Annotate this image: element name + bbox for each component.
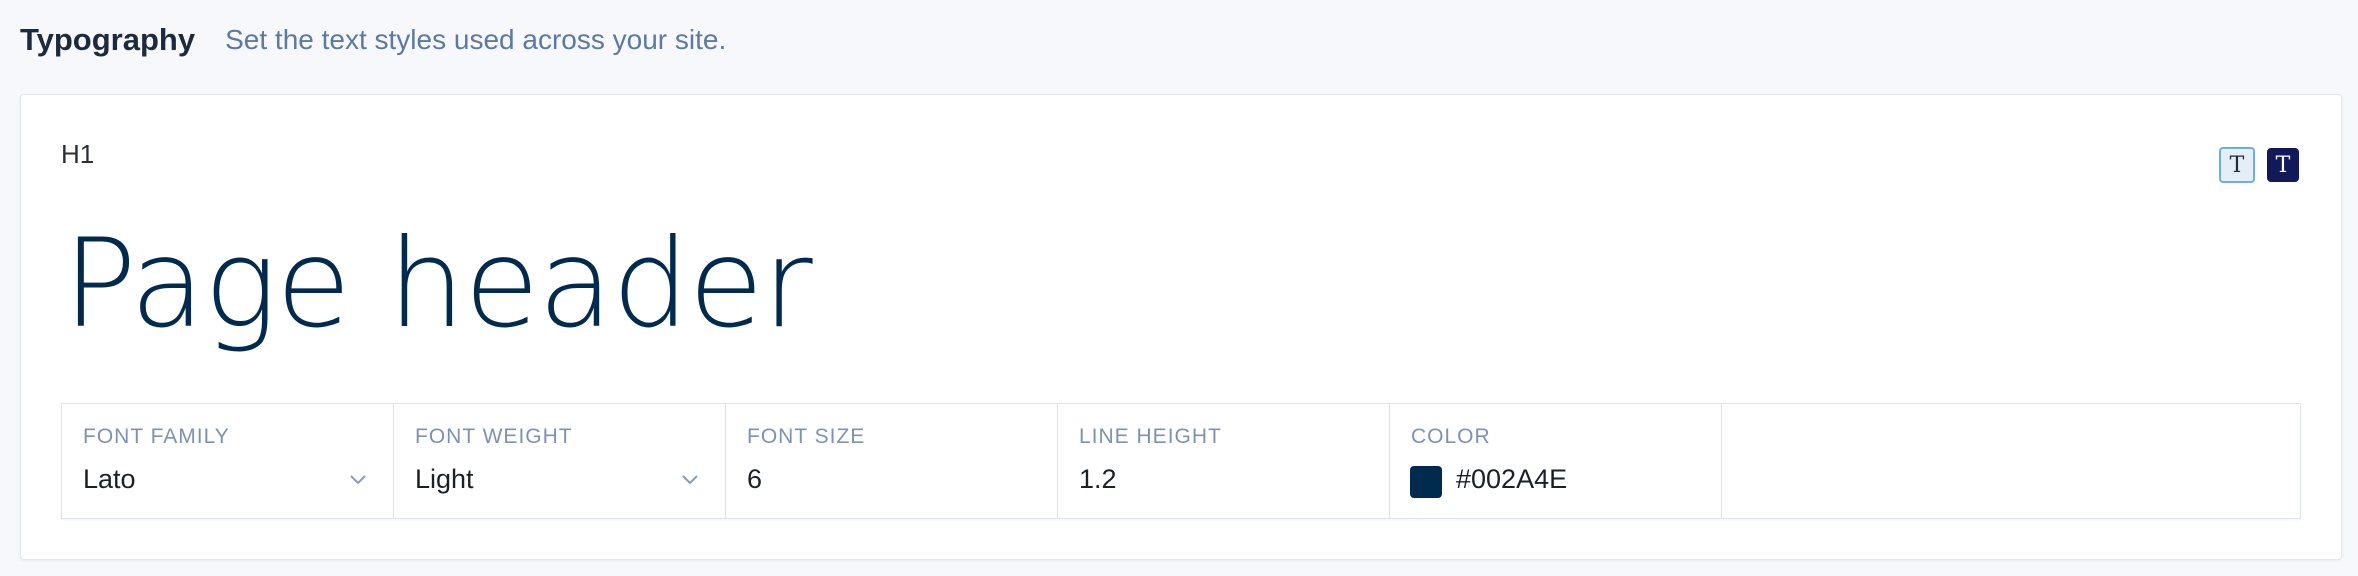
line-height-label: LINE HEIGHT bbox=[1079, 425, 1222, 448]
font-weight-value: Light bbox=[415, 464, 474, 494]
style-label: H1 bbox=[61, 139, 95, 169]
color-field[interactable]: COLOR #002A4E bbox=[1390, 404, 1722, 518]
chevron-down-icon bbox=[682, 475, 698, 485]
font-family-value: Lato bbox=[83, 464, 136, 494]
style-preview-text: Page header bbox=[63, 213, 813, 355]
font-family-label: FONT FAMILY bbox=[83, 425, 230, 448]
page-title: Typography bbox=[20, 22, 196, 57]
typography-style-card: H1 T T Page header FONT FAMILY Lato FONT… bbox=[20, 94, 2342, 560]
light-theme-text-icon[interactable]: T bbox=[2219, 147, 2255, 183]
font-weight-label: FONT WEIGHT bbox=[415, 425, 573, 448]
empty-property-cell bbox=[1722, 404, 2300, 518]
color-label: COLOR bbox=[1411, 425, 1491, 448]
color-swatch[interactable] bbox=[1410, 466, 1442, 498]
chevron-down-icon bbox=[350, 475, 366, 485]
page-header: Typography Set the text styles used acro… bbox=[20, 18, 726, 62]
page-subtitle: Set the text styles used across your sit… bbox=[225, 24, 727, 55]
font-size-label: FONT SIZE bbox=[747, 425, 866, 448]
font-size-value[interactable]: 6 bbox=[747, 464, 762, 495]
line-height-field[interactable]: LINE HEIGHT 1.2 bbox=[1058, 404, 1390, 518]
font-weight-select[interactable]: FONT WEIGHT Light bbox=[394, 404, 726, 518]
style-properties-row: FONT FAMILY Lato FONT WEIGHT Light FONT … bbox=[61, 403, 2301, 519]
font-size-field[interactable]: FONT SIZE 6 bbox=[726, 404, 1058, 518]
dark-theme-text-icon[interactable]: T bbox=[2267, 148, 2299, 182]
line-height-value[interactable]: 1.2 bbox=[1079, 464, 1117, 495]
color-value[interactable]: #002A4E bbox=[1456, 464, 1567, 495]
font-family-select[interactable]: FONT FAMILY Lato bbox=[62, 404, 394, 518]
